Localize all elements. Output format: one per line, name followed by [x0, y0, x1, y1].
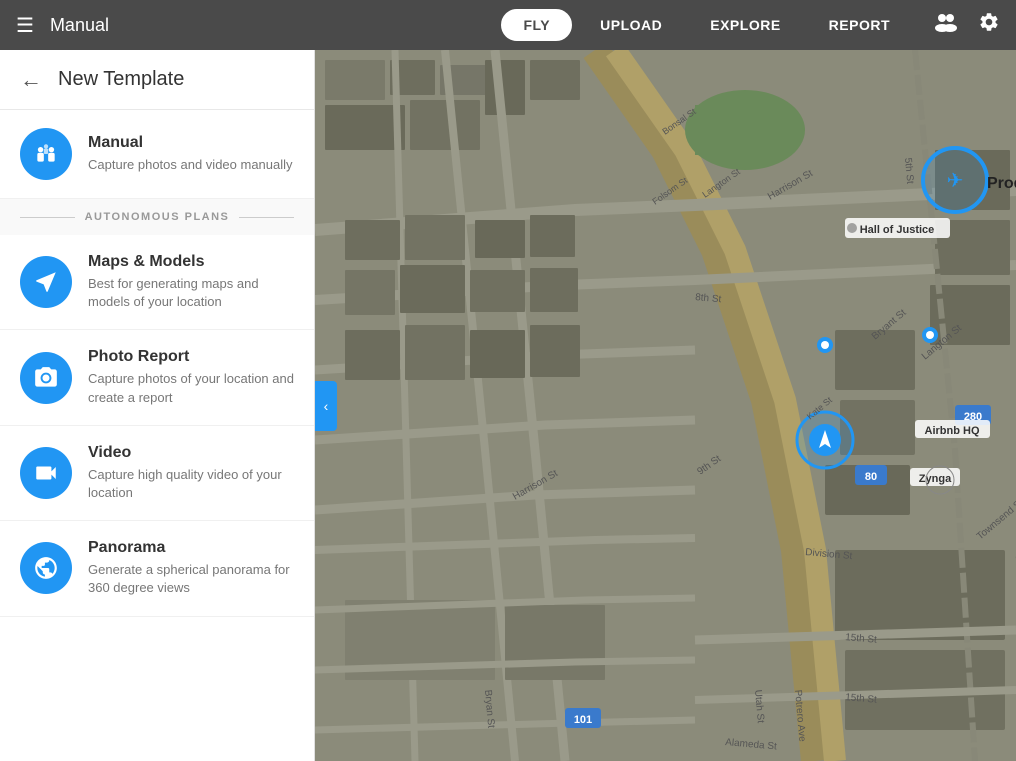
maps-models-text: Maps & Models Best for generating maps a… — [88, 253, 294, 311]
svg-text:Production: Production — [987, 175, 1016, 192]
maps-models-desc: Best for generating maps and models of y… — [88, 275, 294, 311]
team-icon[interactable] — [934, 12, 958, 38]
sidebar: ← New Template Manual Capture photos and… — [0, 50, 315, 761]
sidebar-header: ← New Template — [0, 50, 314, 110]
nav-tabs: FLY UPLOAD EXPLORE REPORT — [501, 9, 910, 41]
svg-text:80: 80 — [865, 471, 877, 483]
svg-text:8th St: 8th St — [695, 292, 722, 305]
video-icon — [20, 447, 72, 499]
back-button[interactable]: ← — [20, 67, 42, 93]
video-desc: Capture high quality video of your locat… — [88, 466, 294, 502]
panorama-desc: Generate a spherical panorama for 360 de… — [88, 561, 294, 597]
video-title: Video — [88, 444, 294, 462]
manual-desc: Capture photos and video manually — [88, 156, 293, 174]
photo-report-icon — [20, 352, 72, 404]
svg-text:101: 101 — [574, 714, 592, 726]
panorama-icon — [20, 542, 72, 594]
map-view[interactable]: ✈ 80 101 280 Hall of Justice Pinterest — [315, 50, 1016, 761]
tab-fly[interactable]: FLY — [501, 9, 572, 41]
photo-report-text: Photo Report Capture photos of your loca… — [88, 348, 294, 406]
maps-models-icon — [20, 256, 72, 308]
video-text: Video Capture high quality video of your… — [88, 444, 294, 502]
app-title: Manual — [50, 15, 109, 36]
divider-line-right — [239, 217, 294, 218]
manual-icon — [20, 128, 72, 180]
manual-title: Manual — [88, 134, 293, 152]
photo-report-title: Photo Report — [88, 348, 294, 366]
tab-upload[interactable]: UPLOAD — [580, 11, 682, 39]
autonomous-section-divider: AUTONOMOUS PLANS — [0, 199, 314, 235]
sidebar-collapse-button[interactable]: ‹ — [315, 381, 337, 431]
menu-item-panorama[interactable]: Panorama Generate a spherical panorama f… — [0, 521, 314, 616]
manual-text: Manual Capture photos and video manually — [88, 134, 293, 174]
panorama-text: Panorama Generate a spherical panorama f… — [88, 539, 294, 597]
maps-models-title: Maps & Models — [88, 253, 294, 271]
divider-label: AUTONOMOUS PLANS — [75, 211, 240, 223]
chevron-left-icon: ‹ — [324, 398, 329, 414]
main-content: ← New Template Manual Capture photos and… — [0, 50, 1016, 761]
menu-icon[interactable]: ☰ — [16, 13, 34, 38]
svg-text:Hall of Justice: Hall of Justice — [860, 224, 935, 236]
top-navigation: ☰ Manual FLY UPLOAD EXPLORE REPORT — [0, 0, 1016, 50]
menu-item-photo-report[interactable]: Photo Report Capture photos of your loca… — [0, 330, 314, 425]
panorama-title: Panorama — [88, 539, 294, 557]
photo-report-desc: Capture photos of your location and crea… — [88, 370, 294, 406]
topnav-action-icons — [934, 11, 1000, 39]
sidebar-title: New Template — [58, 68, 184, 91]
svg-text:5th St: 5th St — [902, 157, 915, 184]
menu-item-maps-models[interactable]: Maps & Models Best for generating maps a… — [0, 235, 314, 330]
tab-explore[interactable]: EXPLORE — [690, 11, 800, 39]
settings-icon[interactable] — [978, 11, 1000, 39]
divider-line-left — [20, 217, 75, 218]
svg-text:✈: ✈ — [947, 170, 964, 192]
svg-text:Airbnb HQ: Airbnb HQ — [925, 425, 980, 437]
tab-report[interactable]: REPORT — [809, 11, 910, 39]
menu-item-manual[interactable]: Manual Capture photos and video manually — [0, 110, 314, 199]
menu-item-video[interactable]: Video Capture high quality video of your… — [0, 426, 314, 521]
